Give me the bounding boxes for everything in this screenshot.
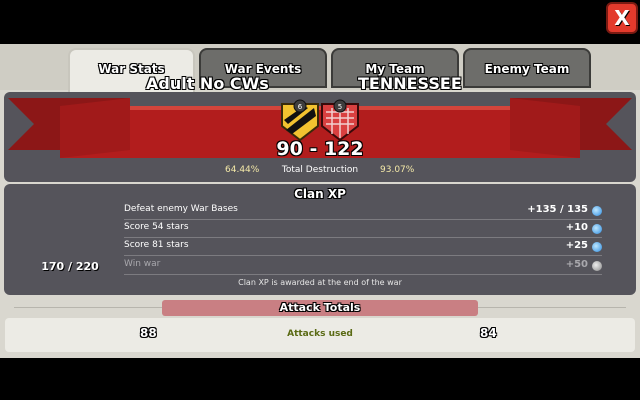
xp-row-value: +10 <box>565 222 588 233</box>
enemy-clan-name: TENNESSEE <box>358 74 462 93</box>
xp-row: Score 54 stars +10 <box>124 221 602 238</box>
xp-row: Score 81 stars +25 <box>124 239 602 256</box>
xp-row: Defeat enemy War Bases +135 / 135 <box>124 203 602 220</box>
xp-row-label: Defeat enemy War Bases <box>124 204 238 214</box>
xp-row: Win war +50 <box>124 258 602 275</box>
enemy-attacks-used: 84 <box>480 326 497 340</box>
clan-xp-count: 170 / 220 <box>41 260 99 273</box>
xp-row-value: +25 <box>565 240 588 251</box>
my-badge-level: 6 <box>298 103 303 111</box>
xp-row-label: Win war <box>124 259 161 269</box>
xp-row-label: Score 54 stars <box>124 222 189 232</box>
xp-gem-icon <box>592 206 602 216</box>
xp-row-label: Score 81 stars <box>124 240 189 250</box>
attacks-used-label: Attacks used <box>287 329 353 339</box>
my-clan-name: Adult No CWs <box>146 74 269 93</box>
xp-row-value: +135 / 135 <box>527 204 588 215</box>
enemy-destruction: 93.07% <box>380 165 415 175</box>
xp-gem-icon <box>592 224 602 234</box>
destruction-label: Total Destruction <box>281 165 359 175</box>
war-score: 90 - 122 <box>276 138 364 160</box>
xp-gem-icon <box>592 242 602 252</box>
xp-row-value: +50 <box>565 259 588 270</box>
clan-xp-title: Clan XP <box>294 187 346 201</box>
attack-totals-title: Attack Totals <box>162 300 478 316</box>
xp-gem-icon <box>592 261 602 271</box>
enemy-badge-level: 5 <box>338 103 342 111</box>
clan-xp-note: Clan XP is awarded at the end of the war <box>238 278 402 287</box>
